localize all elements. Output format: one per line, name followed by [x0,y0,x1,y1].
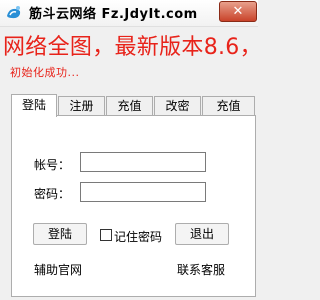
exit-button[interactable]: 退出 [175,223,229,245]
tab-change-password[interactable]: 改密 [154,96,201,115]
status-text: 初始化成功... [10,66,80,79]
account-label: 帐号： [34,158,71,172]
remember-password-checkbox[interactable] [100,229,112,241]
close-button[interactable]: ✕ [219,1,257,22]
account-input[interactable] [80,152,206,172]
password-input[interactable] [80,182,206,202]
contact-support-link[interactable]: 联系客服 [177,261,225,278]
announcement-text: 网络全图，最新版本8.6， [3,35,258,60]
close-icon: ✕ [232,4,244,19]
login-panel: 帐号： 密码： 登陆 记住密码 退出 辅助官网 联系客服 [11,115,256,297]
app-window: 筋斗云网络 Fz.JdyIt.com ✕ 网络全图，最新版本8.6， 初始化成功… [0,0,258,300]
tab-register[interactable]: 注册 [58,96,105,115]
tab-recharge-2[interactable]: 充值 [202,96,255,115]
tab-login[interactable]: 登陆 [11,94,57,117]
login-button[interactable]: 登陆 [33,223,87,245]
password-label: 密码： [34,187,71,201]
remember-password-label[interactable]: 记住密码 [114,228,162,245]
title-bar[interactable]: 筋斗云网络 Fz.JdyIt.com ✕ [0,0,258,27]
window-title: 筋斗云网络 Fz.JdyIt.com [29,7,198,22]
announcement-marquee: 网络全图，最新版本8.6， [0,28,258,62]
app-logo-icon [7,6,21,19]
tab-bar: 登陆 注册 充值 改密 充值 [11,94,257,117]
assist-website-link[interactable]: 辅助官网 [34,261,82,278]
tab-recharge[interactable]: 充值 [106,96,153,115]
